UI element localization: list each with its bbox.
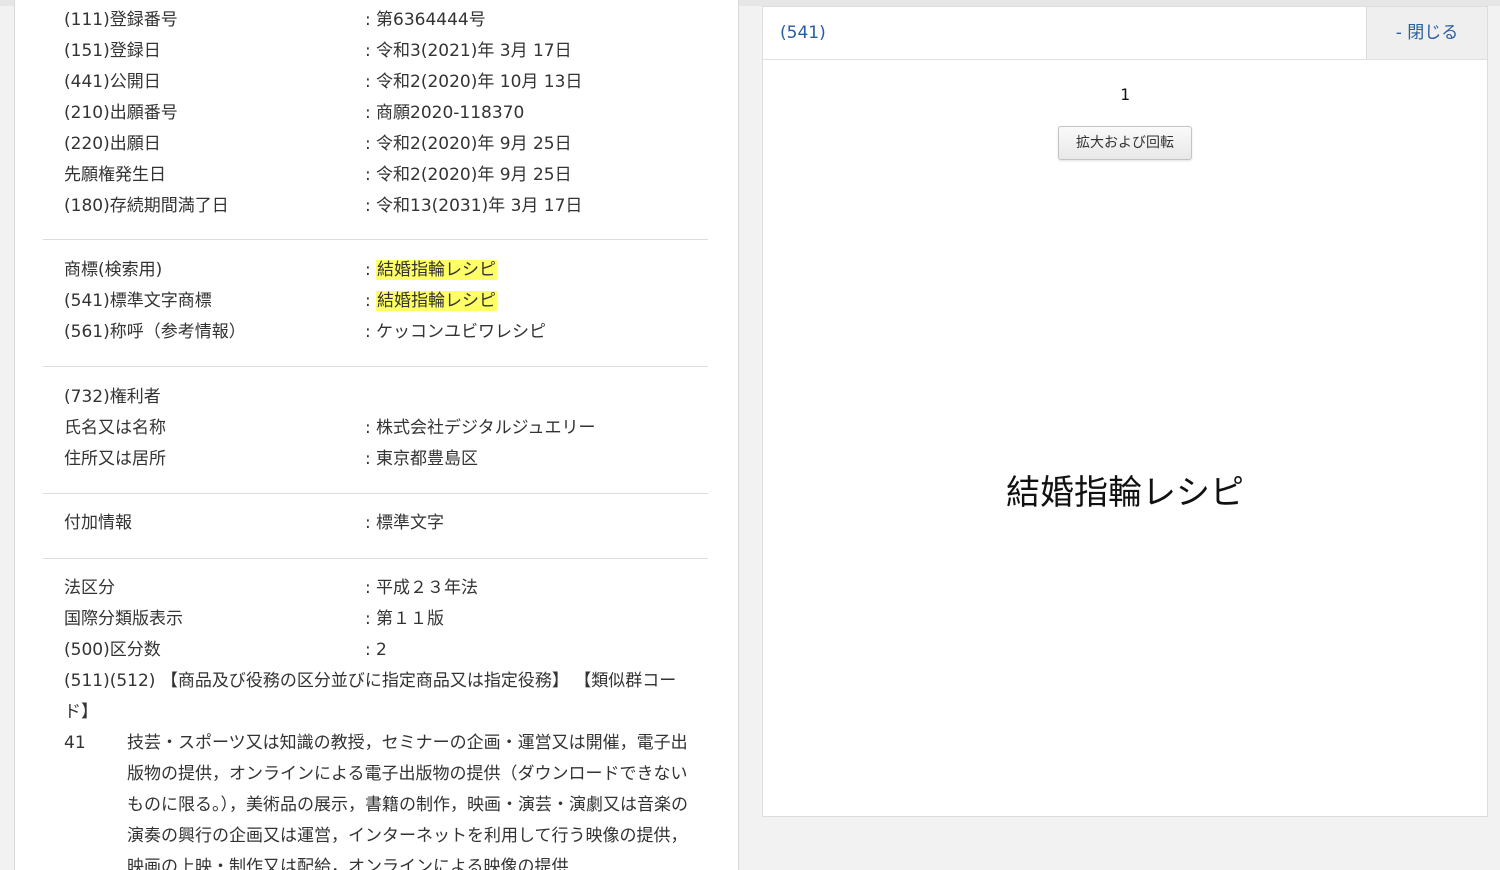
field-value: 東京都豊島区 xyxy=(376,449,478,469)
info-row-search-trademark: 商標(検索用) : 結婚指輪レシピ xyxy=(43,255,708,286)
field-colon: : xyxy=(365,609,371,629)
basic-info-section: (111)登録番号 : 第6364444号 (151)登録日 : 令和3(202… xyxy=(43,5,708,222)
field-label: (561)称呼（参考情報） xyxy=(64,322,246,342)
info-row-law-category: 法区分 : 平成２３年法 xyxy=(43,573,708,604)
info-row-application-number: (210)出願番号 : 商願2020-118370 xyxy=(43,98,708,129)
field-value: 令和13(2031)年 3月 17日 xyxy=(376,196,583,216)
info-row-pronunciation: (561)称呼（参考情報） : ケッコンユビワレシピ xyxy=(43,317,708,348)
section-divider xyxy=(43,493,708,494)
info-row-owner-address: 住所又は居所 : 東京都豊島区 xyxy=(43,444,708,475)
class-number: 41 xyxy=(64,733,86,753)
field-value: 結婚指輪レシピ xyxy=(376,286,497,317)
info-row-registration-number: (111)登録番号 : 第6364444号 xyxy=(43,5,708,36)
field-label: 法区分 xyxy=(64,578,115,598)
field-label: 商標(検索用) xyxy=(64,260,163,280)
owner-section: (732)権利者 氏名又は名称 : 株式会社デジタルジュエリー 住所又は居所 :… xyxy=(43,382,708,475)
field-value: 令和2(2020)年 9月 25日 xyxy=(376,165,572,185)
section-divider xyxy=(43,366,708,367)
page-number: 1 xyxy=(1120,85,1130,104)
info-row-class-count: (500)区分数 : 2 xyxy=(43,635,708,666)
goods-class-item: 41 技芸・スポーツ又は知識の教授，セミナーの企画・運営又は開催，電子出版物の提… xyxy=(43,728,708,870)
field-colon: : xyxy=(365,322,371,342)
goods-description: 技芸・スポーツ又は知識の教授，セミナーの企画・運営又は開催，電子出版物の提供，オ… xyxy=(127,733,688,870)
field-colon: : xyxy=(365,260,371,280)
field-colon: : xyxy=(365,165,371,185)
close-button[interactable]: - 閉じる xyxy=(1366,7,1487,59)
owner-heading-row: (732)権利者 xyxy=(43,382,708,413)
field-label: 付加情報 xyxy=(64,513,132,533)
field-label: (220)出願日 xyxy=(64,134,161,154)
info-row-publication-date: (441)公開日 : 令和2(2020)年 10月 13日 xyxy=(43,67,708,98)
zoom-rotate-button[interactable]: 拡大および回転 xyxy=(1058,126,1192,160)
field-colon: : xyxy=(365,10,371,30)
additional-info-section: 付加情報 : 標準文字 xyxy=(43,508,708,539)
field-value: 2 xyxy=(376,640,387,660)
field-label: 先願権発生日 xyxy=(64,165,166,185)
field-label: 氏名又は名称 xyxy=(64,418,166,438)
field-colon: : xyxy=(365,134,371,154)
info-row-priority-date: 先願権発生日 : 令和2(2020)年 9月 25日 xyxy=(43,160,708,191)
field-colon: : xyxy=(365,640,371,660)
field-colon: : xyxy=(365,513,371,533)
field-label: 国際分類版表示 xyxy=(64,609,183,629)
field-colon: : xyxy=(365,103,371,123)
field-colon: : xyxy=(365,418,371,438)
field-label: (210)出願番号 xyxy=(64,103,178,123)
field-label: (180)存続期間満了日 xyxy=(64,196,229,216)
field-value: 商願2020-118370 xyxy=(376,103,525,123)
classification-section: 法区分 : 平成２３年法 国際分類版表示 : 第１１版 (500)区分数 : 2… xyxy=(43,573,708,870)
field-label: (441)公開日 xyxy=(64,72,161,92)
field-value: 標準文字 xyxy=(376,513,444,533)
field-value: 平成２３年法 xyxy=(376,578,478,598)
info-row-application-date: (220)出願日 : 令和2(2020)年 9月 25日 xyxy=(43,129,708,160)
trademark-details-panel: (111)登録番号 : 第6364444号 (151)登録日 : 令和3(202… xyxy=(14,0,739,870)
mark-image-viewer: (541) - 閉じる 1 拡大および回転 結婚指輪レシピ xyxy=(762,6,1488,817)
field-value: 第１１版 xyxy=(376,609,444,629)
field-label: (541)標準文字商標 xyxy=(64,291,212,311)
field-value: 令和2(2020)年 9月 25日 xyxy=(376,134,572,154)
field-value: 第6364444号 xyxy=(376,10,486,30)
viewer-title: (541) xyxy=(780,23,826,43)
field-label: (500)区分数 xyxy=(64,640,161,660)
field-value: 結婚指輪レシピ xyxy=(376,255,497,286)
highlighted-text: 結婚指輪レシピ xyxy=(376,291,497,311)
info-row-standard-character-mark: (541)標準文字商標 : 結婚指輪レシピ xyxy=(43,286,708,317)
info-row-classification-edition: 国際分類版表示 : 第１１版 xyxy=(43,604,708,635)
info-row-expiry-date: (180)存続期間満了日 : 令和13(2031)年 3月 17日 xyxy=(43,191,708,222)
field-colon: : xyxy=(365,578,371,598)
field-colon: : xyxy=(365,196,371,216)
info-row-owner-name: 氏名又は名称 : 株式会社デジタルジュエリー xyxy=(43,413,708,444)
section-divider xyxy=(43,239,708,240)
field-colon: : xyxy=(365,72,371,92)
owner-heading: (732)権利者 xyxy=(64,387,161,407)
goods-services-heading: (511)(512) 【商品及び役務の区分並びに指定商品又は指定役務】 【類似群… xyxy=(64,671,677,722)
trademark-section: 商標(検索用) : 結婚指輪レシピ (541)標準文字商標 : 結婚指輪レシピ … xyxy=(43,255,708,348)
highlighted-text: 結婚指輪レシピ xyxy=(376,260,497,280)
info-row-additional: 付加情報 : 標準文字 xyxy=(43,508,708,539)
trademark-image-text: 結婚指輪レシピ xyxy=(1006,473,1244,513)
field-value: 株式会社デジタルジュエリー xyxy=(376,418,596,438)
section-divider xyxy=(43,558,708,559)
field-value: 令和2(2020)年 10月 13日 xyxy=(376,72,583,92)
field-colon: : xyxy=(365,41,371,61)
viewer-header: (541) - 閉じる xyxy=(763,7,1487,60)
field-label: (111)登録番号 xyxy=(64,10,178,30)
field-colon: : xyxy=(365,449,371,469)
field-label: 住所又は居所 xyxy=(64,449,166,469)
info-row-registration-date: (151)登録日 : 令和3(2021)年 3月 17日 xyxy=(43,36,708,67)
field-label: (151)登録日 xyxy=(64,41,161,61)
field-value: 令和3(2021)年 3月 17日 xyxy=(376,41,572,61)
field-colon: : xyxy=(365,291,371,311)
field-value: ケッコンユビワレシピ xyxy=(376,322,546,342)
